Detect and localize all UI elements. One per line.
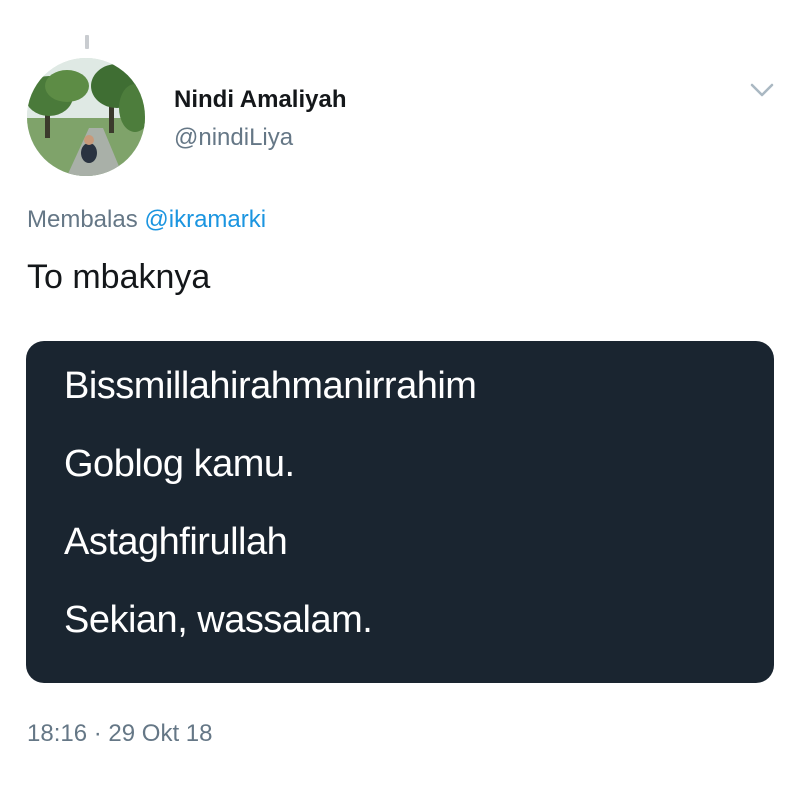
tweet-date: 29 Okt 18 [108, 720, 213, 747]
profile-photo-icon [27, 58, 145, 176]
reply-prefix: Membalas [27, 206, 138, 233]
image-text-line: Astaghfirullah [64, 521, 288, 563]
chevron-down-icon[interactable] [748, 80, 776, 100]
image-text-line: Goblog kamu. [64, 443, 295, 485]
user-handle[interactable]: @nindiLiya [174, 124, 293, 152]
tweet-timestamp[interactable]: 18:16 · 29 Okt 18 [27, 720, 212, 748]
tweet-time: 18:16 [27, 720, 88, 747]
reply-context: Membalas @ikramarki [27, 206, 266, 234]
image-text-line: Sekian, wassalam. [64, 599, 373, 641]
scroll-indicator [85, 35, 89, 49]
tweet-text: To mbaknya [27, 258, 211, 296]
tweet-image[interactable]: Bissmillahirahmanirrahim Goblog kamu. As… [26, 341, 774, 683]
reply-mention-link[interactable]: @ikramarki [144, 206, 266, 233]
meta-separator: · [93, 720, 102, 747]
display-name[interactable]: Nindi Amaliyah [174, 86, 346, 114]
avatar[interactable] [27, 58, 145, 176]
image-text-line: Bissmillahirahmanirrahim [64, 365, 477, 407]
tweet-view: Nindi Amaliyah @nindiLiya Membalas @ikra… [0, 0, 800, 800]
